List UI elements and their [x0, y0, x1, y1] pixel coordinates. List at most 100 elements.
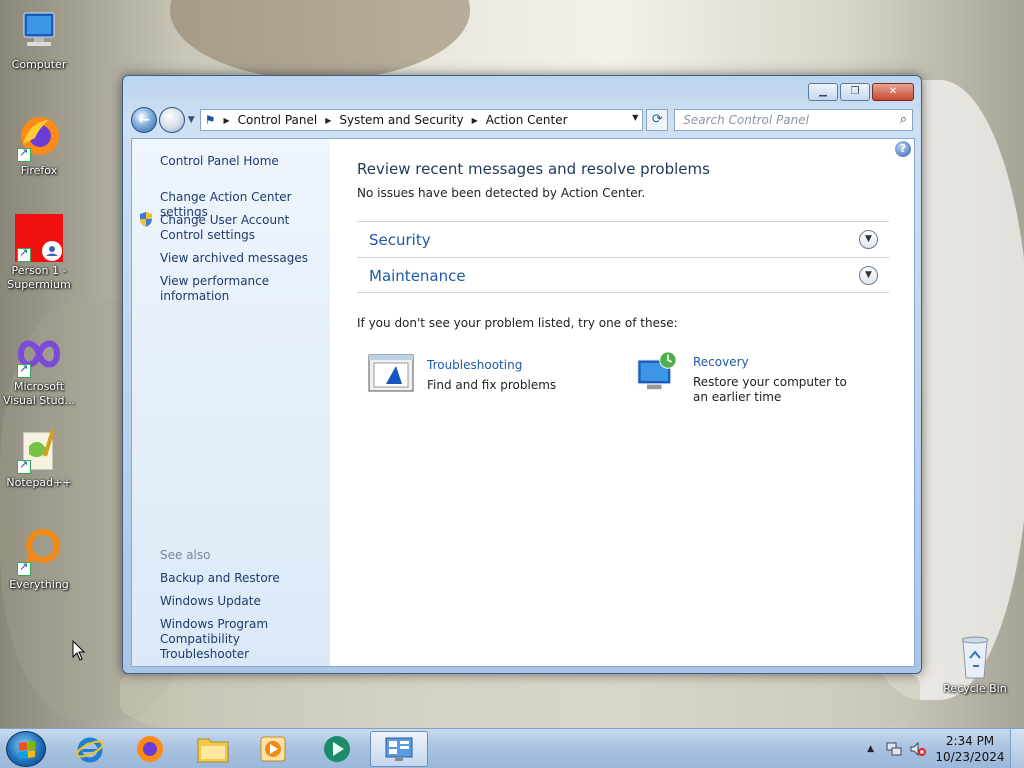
- desktop-icon-everything[interactable]: Everything: [0, 528, 78, 592]
- media-player-icon: [260, 736, 286, 762]
- back-button[interactable]: ←: [131, 107, 157, 133]
- show-hidden-icons-icon[interactable]: ▲: [867, 744, 874, 754]
- clock-date: 10/23/2024: [935, 750, 1005, 764]
- taskbar-firefox[interactable]: [121, 731, 179, 767]
- clock[interactable]: 2:34 PM 10/23/2024: [934, 733, 1006, 765]
- recovery-icon: [637, 351, 677, 390]
- window-controls: ▁ ❐ ✕: [808, 83, 914, 101]
- taskbar-app[interactable]: [308, 731, 366, 767]
- refresh-button[interactable]: ⟳: [646, 109, 669, 131]
- desktop-icon-label: Computer: [11, 58, 67, 71]
- computer-icon: [15, 8, 63, 56]
- navigation-bar: ← → ▼ ⚑ ▶ Control Panel ▶ System and Sec…: [131, 105, 913, 135]
- try-these-text: If you don't see your problem listed, tr…: [357, 316, 678, 330]
- troubleshooting-link[interactable]: Troubleshooting: [427, 358, 522, 372]
- chevron-down-icon[interactable]: ▼: [859, 266, 878, 285]
- see-also-heading: See also: [160, 548, 211, 562]
- windows-logo-icon: [19, 741, 35, 759]
- help-icon[interactable]: ?: [895, 141, 911, 157]
- desktop-icon-label: Microsoft Visual Stud...: [2, 380, 76, 407]
- security-section-header[interactable]: Security ▼: [357, 221, 889, 257]
- recovery-link[interactable]: Recovery: [693, 355, 749, 369]
- breadcrumb-system-and-security[interactable]: System and Security: [339, 113, 463, 127]
- desktop-icon-visual-studio[interactable]: Microsoft Visual Stud...: [0, 330, 78, 408]
- taskbar-media-player[interactable]: [244, 731, 302, 767]
- address-dropdown-icon[interactable]: ▼: [632, 113, 638, 122]
- network-icon[interactable]: [886, 741, 902, 757]
- maintenance-section-label: Maintenance: [369, 267, 466, 285]
- control-panel-home-link[interactable]: Control Panel Home: [160, 154, 326, 169]
- app-icon: [324, 736, 350, 762]
- start-button[interactable]: [6, 731, 46, 767]
- breadcrumb-action-center[interactable]: Action Center: [486, 113, 568, 127]
- backup-and-restore-link[interactable]: Backup and Restore: [160, 571, 326, 586]
- shortcut-arrow-icon: [17, 458, 31, 474]
- desktop-icon-firefox[interactable]: Firefox: [0, 114, 78, 178]
- everything-icon: [15, 528, 63, 576]
- shortcut-arrow-icon: [17, 246, 31, 262]
- view-archived-messages-link[interactable]: View archived messages: [160, 251, 326, 266]
- supermium-icon: [15, 214, 63, 262]
- mouse-cursor-icon: [72, 640, 86, 661]
- volume-muted-icon[interactable]: [910, 741, 926, 757]
- taskbar-internet-explorer[interactable]: [61, 731, 119, 767]
- chevron-down-icon[interactable]: ▼: [859, 230, 878, 249]
- windows-update-link[interactable]: Windows Update: [160, 594, 326, 609]
- taskbar-file-explorer[interactable]: [184, 731, 242, 767]
- show-desktop-button[interactable]: [1010, 729, 1024, 768]
- shortcut-arrow-icon: [17, 560, 31, 576]
- taskbar-control-panel[interactable]: [370, 731, 428, 767]
- desktop-icon-computer[interactable]: Computer: [0, 8, 78, 72]
- search-icon[interactable]: ⌕: [900, 112, 907, 127]
- control-panel-flag-icon: ⚑: [204, 113, 216, 127]
- action-center-window: ▁ ❐ ✕ ← → ▼ ⚑ ▶ Control Panel ▶ System a…: [122, 75, 922, 674]
- search-input[interactable]: Search Control Panel ⌕: [674, 109, 913, 131]
- maximize-button[interactable]: ❐: [840, 83, 870, 101]
- address-bar[interactable]: ⚑ ▶ Control Panel ▶ System and Security …: [199, 109, 644, 131]
- search-placeholder: Search Control Panel: [683, 113, 809, 127]
- internet-explorer-icon: [76, 737, 104, 763]
- shortcut-arrow-icon: [17, 146, 31, 162]
- chevron-right-icon[interactable]: ▶: [472, 116, 478, 125]
- file-explorer-icon: [197, 738, 229, 763]
- taskbar: ▲ 2:34 PM 10/23/2024: [0, 728, 1024, 768]
- breadcrumb-control-panel[interactable]: Control Panel: [238, 113, 318, 127]
- chevron-right-icon[interactable]: ▶: [223, 116, 229, 125]
- change-uac-settings-link[interactable]: Change User Account Control settings: [160, 213, 326, 243]
- firefox-icon: [15, 114, 63, 162]
- notepadpp-icon: [15, 426, 63, 474]
- troubleshooting-icon: [368, 354, 414, 392]
- wallpaper-shape: [170, 0, 470, 80]
- control-panel-icon: [385, 737, 413, 761]
- desktop-icon-recycle-bin[interactable]: Recycle Bin: [936, 632, 1014, 696]
- uac-shield-icon: [140, 212, 152, 227]
- maintenance-section-header[interactable]: Maintenance ▼: [357, 257, 889, 293]
- desktop-icon-notepadpp[interactable]: Notepad++: [0, 426, 78, 490]
- view-performance-information-link[interactable]: View performance information: [160, 274, 326, 304]
- forward-button[interactable]: →: [158, 107, 185, 133]
- status-message: No issues have been detected by Action C…: [357, 186, 646, 200]
- recent-pages-dropdown-icon[interactable]: ▼: [188, 115, 198, 125]
- desktop-icon-label: Recycle Bin: [943, 682, 1007, 695]
- desktop-icon-supermium[interactable]: Person 1 - Supermium: [0, 214, 78, 292]
- chevron-right-icon[interactable]: ▶: [325, 116, 331, 125]
- desktop-icon-label: Notepad++: [6, 476, 72, 489]
- troubleshooting-tool[interactable]: Troubleshooting Find and fix problems: [368, 354, 598, 404]
- recycle-bin-icon: [951, 632, 999, 680]
- left-task-pane: Control Panel Home Change Action Center …: [132, 139, 330, 666]
- program-compatibility-troubleshooter-link[interactable]: Windows Program Compatibility Troublesho…: [160, 617, 326, 662]
- minimize-button[interactable]: ▁: [808, 83, 838, 101]
- shortcut-arrow-icon: [17, 362, 31, 378]
- clock-time: 2:34 PM: [945, 734, 995, 748]
- visual-studio-icon: [15, 330, 63, 378]
- security-section-label: Security: [369, 231, 431, 249]
- close-button[interactable]: ✕: [872, 83, 914, 101]
- troubleshooting-description: Find and fix problems: [427, 378, 557, 392]
- recovery-tool[interactable]: Recovery Restore your computer to an ear…: [634, 351, 864, 411]
- desktop-icon-label: Firefox: [20, 164, 58, 177]
- desktop-icon-label: Person 1 - Supermium: [7, 264, 71, 291]
- system-tray: ▲ 2:34 PM 10/23/2024: [867, 729, 1024, 768]
- desktop-icon-label: Everything: [9, 578, 69, 591]
- content-area: Control Panel Home Change Action Center …: [131, 138, 915, 667]
- recovery-description: Restore your computer to an earlier time: [693, 375, 847, 404]
